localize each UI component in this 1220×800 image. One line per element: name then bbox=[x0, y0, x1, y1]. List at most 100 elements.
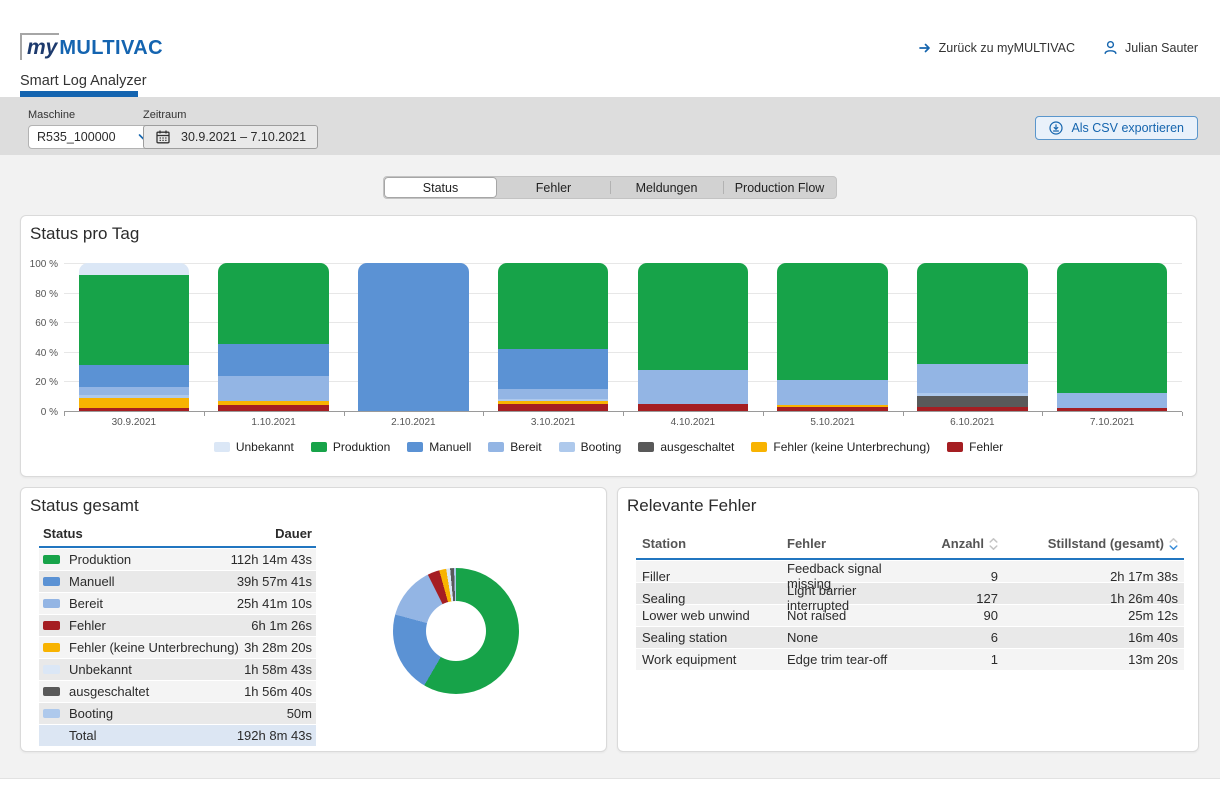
download-icon bbox=[1049, 121, 1063, 135]
error-count: 9 bbox=[893, 569, 998, 584]
total-label: Total bbox=[69, 728, 237, 743]
status-total-title: Status gesamt bbox=[30, 496, 139, 516]
machine-label: Maschine bbox=[28, 109, 158, 121]
bar-slot bbox=[623, 263, 763, 411]
bar-4-10-2021 bbox=[638, 263, 748, 411]
column-header-anzahl[interactable]: Anzahl bbox=[893, 536, 998, 551]
x-tick-label: 2.10.2021 bbox=[344, 417, 484, 428]
status-name: Fehler bbox=[69, 618, 251, 633]
error-message: Edge trim tear-off bbox=[787, 652, 893, 667]
bar-segment-bereit bbox=[638, 370, 748, 404]
back-to-mymultivac-link[interactable]: Zurück zu myMULTIVAC bbox=[918, 41, 1075, 55]
y-axis-labels: 100 %80 %60 %40 %20 %0 % bbox=[21, 263, 58, 411]
x-axis-tick bbox=[344, 412, 345, 416]
bar-segment-unbekannt bbox=[79, 263, 189, 275]
status-color-chip bbox=[43, 599, 60, 608]
column-header-label: Station bbox=[642, 536, 686, 551]
tab-fehler[interactable]: Fehler bbox=[497, 177, 610, 198]
error-downtime: 13m 20s bbox=[998, 652, 1178, 667]
legend-label: Fehler (keine Unterbrechung) bbox=[773, 440, 930, 454]
bar-segment-fehler bbox=[498, 404, 608, 411]
bar-segment-produktion bbox=[638, 263, 748, 370]
y-tick-label: 80 % bbox=[35, 289, 58, 300]
user-menu[interactable]: Julian Sauter bbox=[1103, 40, 1198, 55]
error-message: None bbox=[787, 630, 893, 645]
error-count: 6 bbox=[893, 630, 998, 645]
status-duration: 39h 57m 41s bbox=[237, 574, 312, 589]
bar-segment-produktion bbox=[777, 263, 887, 380]
bar-3-10-2021 bbox=[498, 263, 608, 411]
legend-chip bbox=[214, 442, 230, 452]
error-row-sealing: SealingLight barrier interrupted1271h 26… bbox=[636, 583, 1184, 604]
bar-segment-produktion bbox=[1057, 263, 1167, 393]
arrow-right-icon bbox=[918, 41, 932, 55]
machine-field-group: Maschine R535_100000 bbox=[28, 109, 158, 149]
error-station: Lower web unwind bbox=[642, 608, 787, 623]
x-tick-label: 1.10.2021 bbox=[204, 417, 344, 428]
app-header: my MULTIVAC Smart Log Analyzer Zurück zu… bbox=[0, 0, 1220, 97]
error-downtime: 2h 17m 38s bbox=[998, 569, 1178, 584]
status-row-bereit: Bereit25h 41m 10s bbox=[39, 593, 316, 614]
logo-my-text: my bbox=[20, 33, 59, 60]
legend-label: Produktion bbox=[333, 440, 390, 454]
bar-1-10-2021 bbox=[218, 263, 328, 411]
error-station: Work equipment bbox=[642, 652, 787, 667]
x-axis-tick bbox=[623, 412, 624, 416]
status-duration: 25h 41m 10s bbox=[237, 596, 312, 611]
status-color-chip bbox=[43, 709, 60, 718]
sort-icon bbox=[1169, 537, 1178, 551]
status-row-ausgeschaltet: ausgeschaltet1h 56m 40s bbox=[39, 681, 316, 702]
legend-item-ausgeschaltet: ausgeschaltet bbox=[638, 440, 734, 454]
bar-2-10-2021 bbox=[358, 263, 468, 411]
error-station: Filler bbox=[642, 569, 787, 584]
column-header-label: Fehler bbox=[787, 536, 826, 551]
period-datepicker[interactable]: 30.9.2021 – 7.10.2021 bbox=[143, 125, 318, 149]
status-row-manuell: Manuell39h 57m 41s bbox=[39, 571, 316, 592]
error-count: 1 bbox=[893, 652, 998, 667]
app-tab-smart-log-analyzer[interactable]: Smart Log Analyzer bbox=[20, 73, 147, 89]
relevant-errors-card: Relevante Fehler StationFehlerAnzahlStil… bbox=[617, 487, 1199, 752]
bar-segment-bereit bbox=[777, 380, 887, 405]
bar-segment-bereit bbox=[917, 364, 1027, 394]
legend-chip bbox=[407, 442, 423, 452]
status-color-chip bbox=[43, 577, 60, 586]
machine-select-value: R535_100000 bbox=[37, 130, 116, 144]
legend-item-unbekannt: Unbekannt bbox=[214, 440, 294, 454]
y-tick-label: 20 % bbox=[35, 377, 58, 388]
column-header-station: Station bbox=[642, 536, 787, 551]
error-table-header: Station Fehler Anzahl Stillstand (gesamt) bbox=[636, 536, 1184, 560]
status-name: Fehler (keine Unterbrechung) bbox=[69, 640, 244, 655]
legend-item-booting: Booting bbox=[559, 440, 622, 454]
stacked-bar-chart bbox=[64, 263, 1182, 411]
error-station: Sealing station bbox=[642, 630, 787, 645]
legend-label: ausgeschaltet bbox=[660, 440, 734, 454]
legend-item-bereit: Bereit bbox=[488, 440, 541, 454]
column-header-status: Status bbox=[43, 526, 83, 541]
sort-icon bbox=[989, 537, 998, 551]
bar-segment-produktion bbox=[498, 263, 608, 349]
error-table-body: FillerFeedback signal missing92h 17m 38s… bbox=[636, 561, 1184, 670]
error-count: 90 bbox=[893, 608, 998, 623]
export-csv-button[interactable]: Als CSV exportieren bbox=[1035, 116, 1198, 140]
tab-status[interactable]: Status bbox=[384, 177, 497, 198]
status-table-header: Status Dauer bbox=[39, 524, 316, 548]
content-area: StatusFehlerMeldungenProduction Flow Sta… bbox=[0, 155, 1220, 779]
status-row-booting: Booting50m bbox=[39, 703, 316, 724]
bar-7-10-2021 bbox=[1057, 263, 1167, 411]
x-axis-tick bbox=[204, 412, 205, 416]
bar-5-10-2021 bbox=[777, 263, 887, 411]
tab-production-flow[interactable]: Production Flow bbox=[723, 177, 836, 198]
legend-chip bbox=[947, 442, 963, 452]
tab-meldungen[interactable]: Meldungen bbox=[610, 177, 723, 198]
filter-toolbar: Maschine R535_100000 Zeitraum 30.9.2021 … bbox=[0, 97, 1220, 155]
total-value: 192h 8m 43s bbox=[237, 728, 312, 743]
column-header-label: Anzahl bbox=[941, 536, 984, 551]
column-header-dauer: Dauer bbox=[275, 526, 312, 541]
bar-slot bbox=[1042, 263, 1182, 411]
machine-select[interactable]: R535_100000 bbox=[28, 125, 158, 149]
error-downtime: 1h 26m 40s bbox=[998, 591, 1178, 606]
header-right: Zurück zu myMULTIVAC Julian Sauter bbox=[918, 40, 1198, 55]
column-header-stillstand-gesamt[interactable]: Stillstand (gesamt) bbox=[998, 536, 1178, 551]
x-axis-tick bbox=[1182, 412, 1183, 416]
bar-segment-produktion bbox=[79, 275, 189, 365]
